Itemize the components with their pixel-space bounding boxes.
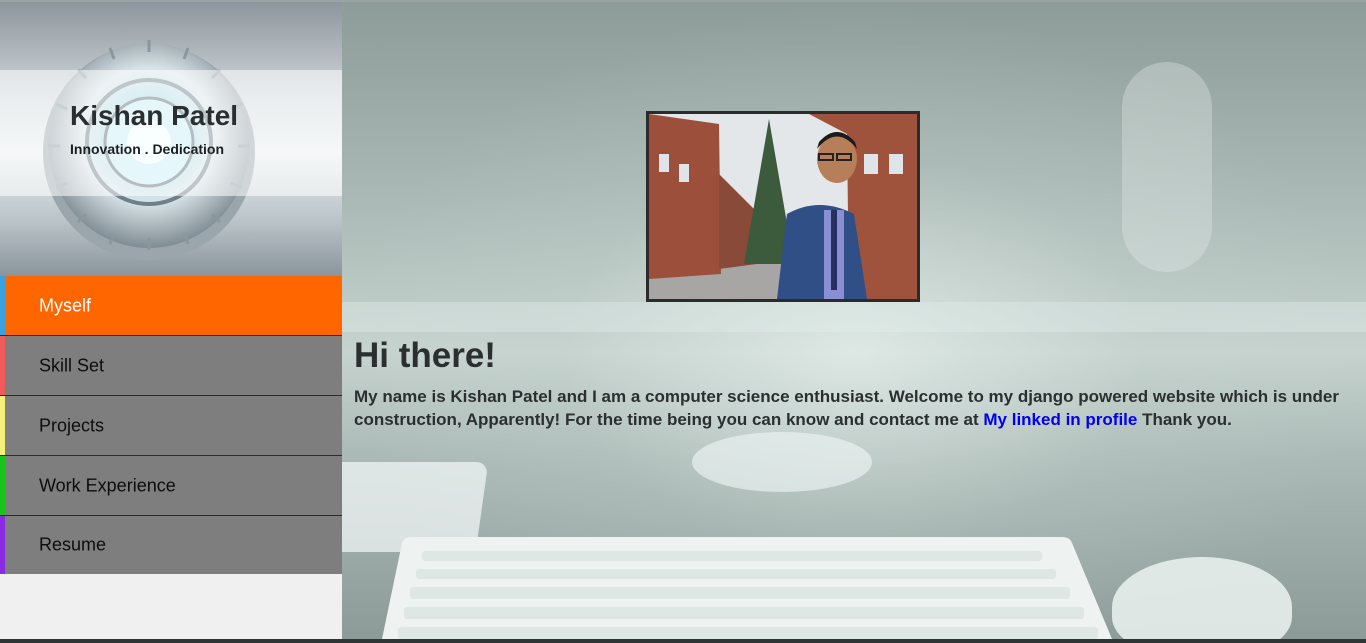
nav-stripe bbox=[0, 516, 5, 574]
nav-item-label: Skill Set bbox=[39, 355, 105, 375]
page: Kishan Patel Innovation . Dedication Mys… bbox=[0, 0, 1366, 643]
nav-item-work-experience[interactable]: Work Experience bbox=[0, 456, 342, 516]
nav-item-resume[interactable]: Resume bbox=[0, 516, 342, 574]
linkedin-profile-link[interactable]: My linked in profile bbox=[983, 410, 1137, 429]
nav-item-myself[interactable]: Myself bbox=[0, 276, 342, 336]
hero-heading: Hi there! bbox=[354, 336, 496, 375]
background-lamp bbox=[1122, 62, 1212, 272]
nav-item-label: Resume bbox=[39, 534, 107, 555]
site-tagline: Innovation . Dedication bbox=[70, 141, 225, 157]
nav-item-label: Work Experience bbox=[39, 475, 176, 495]
sidebar: Kishan Patel Innovation . Dedication Mys… bbox=[0, 0, 342, 639]
nav-item-label: Projects bbox=[39, 415, 105, 435]
nav-stripe bbox=[0, 396, 5, 455]
profile-photo bbox=[646, 111, 920, 302]
bottom-border bbox=[0, 639, 1366, 643]
name-band bbox=[0, 70, 342, 196]
nav-stripe bbox=[0, 456, 5, 515]
intro-paragraph: My name is Kishan Patel and I am a compu… bbox=[354, 385, 1354, 431]
sidebar-nav: Myself Skill Set Projects Work Experienc… bbox=[0, 276, 342, 574]
nav-item-label: Myself bbox=[39, 295, 92, 315]
intro-outro-text: Thank you. bbox=[1137, 410, 1232, 429]
background-table-edge bbox=[342, 302, 1366, 332]
main-content: Hi there! My name is Kishan Patel and I … bbox=[342, 2, 1366, 639]
top-border bbox=[0, 0, 1366, 2]
nav-stripe bbox=[0, 276, 5, 335]
nav-item-skill-set[interactable]: Skill Set bbox=[0, 336, 342, 396]
profile-photo-image bbox=[649, 114, 917, 299]
nav-item-projects[interactable]: Projects bbox=[0, 396, 342, 456]
background-bowl bbox=[692, 432, 872, 492]
site-title: Kishan Patel bbox=[70, 100, 239, 131]
nav-stripe bbox=[0, 336, 5, 395]
header-banner: Kishan Patel Innovation . Dedication bbox=[0, 2, 342, 276]
